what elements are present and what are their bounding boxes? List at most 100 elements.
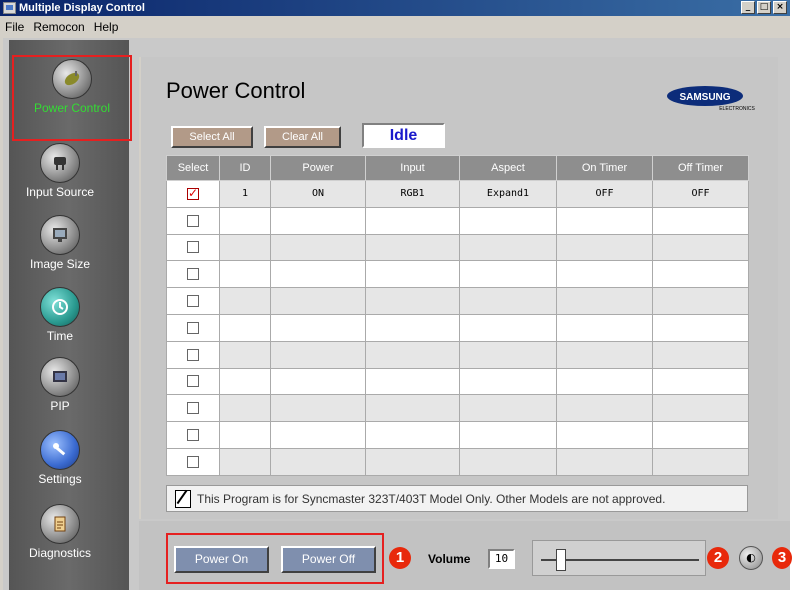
- sidebar-item-diagnostics[interactable]: Diagnostics: [0, 504, 120, 560]
- cell-power: [270, 367, 366, 396]
- row-checkbox[interactable]: [187, 402, 199, 415]
- sidebar-item-power-control[interactable]: Power Control: [12, 55, 132, 141]
- menu-file[interactable]: File: [2, 20, 30, 34]
- cell-aspect: [459, 233, 557, 262]
- cell-power: [270, 233, 366, 262]
- cell-power: [270, 313, 366, 342]
- table-row[interactable]: [166, 313, 749, 342]
- cell-input: [365, 447, 460, 476]
- sidebar-item-time[interactable]: Time: [0, 287, 120, 343]
- col-aspect[interactable]: Aspect: [459, 155, 557, 181]
- cell-power: [270, 421, 366, 449]
- display-table: Select ID Power Input Aspect On Timer Of…: [166, 155, 749, 476]
- pip-screen-icon: [40, 357, 80, 397]
- select-cell: [166, 233, 220, 262]
- cell-input: [365, 260, 460, 289]
- cell-id: [219, 206, 271, 235]
- row-checkbox[interactable]: [187, 375, 199, 388]
- table-row[interactable]: [166, 287, 749, 315]
- cell-aspect: [459, 340, 557, 369]
- sidebar-item-input-source[interactable]: Input Source: [0, 143, 120, 199]
- cell-on-timer: [556, 260, 653, 289]
- table-row[interactable]: [166, 421, 749, 449]
- window-title: Multiple Display Control: [19, 2, 145, 14]
- cell-power: [270, 206, 366, 235]
- menu-help[interactable]: Help: [91, 20, 125, 34]
- cell-off-timer: [652, 206, 749, 235]
- callout-badge-3: 3: [772, 547, 792, 569]
- cell-id: [219, 421, 271, 449]
- cell-input: RGB1: [365, 180, 460, 208]
- callout-badge-2: 2: [707, 547, 729, 569]
- menu-remocon[interactable]: Remocon: [30, 20, 90, 34]
- cell-id: [219, 367, 271, 396]
- select-cell: [166, 180, 220, 208]
- power-off-button[interactable]: Power Off: [281, 546, 376, 573]
- slider-thumb[interactable]: [555, 549, 566, 571]
- table-row[interactable]: [166, 340, 749, 369]
- minimize-button[interactable]: _: [741, 1, 755, 14]
- select-cell: [166, 287, 220, 315]
- row-checkbox[interactable]: [187, 348, 199, 361]
- brand-sub: ELECTRONICS: [719, 106, 755, 112]
- cell-input: [365, 287, 460, 315]
- cell-off-timer: [652, 394, 749, 423]
- table-row[interactable]: [166, 394, 749, 423]
- row-checkbox[interactable]: [187, 321, 199, 334]
- table-row[interactable]: [166, 233, 749, 262]
- cell-power: [270, 287, 366, 315]
- row-checkbox[interactable]: [187, 214, 199, 227]
- col-power[interactable]: Power: [270, 155, 366, 181]
- sidebar-item-label: Time: [46, 329, 74, 343]
- select-all-button[interactable]: Select All: [171, 126, 253, 148]
- samsung-logo: SAMSUNG ELECTRONICS: [667, 86, 755, 112]
- cell-id: [219, 447, 271, 476]
- clock-icon: [40, 287, 80, 327]
- table-row[interactable]: [166, 447, 749, 476]
- cell-on-timer: [556, 340, 653, 369]
- table-row[interactable]: [166, 206, 749, 235]
- volume-slider[interactable]: [532, 540, 706, 576]
- sidebar-item-label: PIP: [50, 399, 70, 413]
- cell-off-timer: [652, 421, 749, 449]
- cell-on-timer: OFF: [556, 180, 653, 208]
- cell-on-timer: [556, 287, 653, 315]
- cell-aspect: [459, 421, 557, 449]
- sidebar-item-image-size[interactable]: Image Size: [0, 215, 120, 271]
- cell-power: [270, 447, 366, 476]
- power-plug-icon: [52, 59, 92, 99]
- sidebar-item-pip[interactable]: PIP: [0, 357, 120, 413]
- row-checkbox[interactable]: [187, 295, 199, 308]
- speaker-mute-icon[interactable]: ◐: [739, 546, 763, 570]
- power-on-button[interactable]: Power On: [174, 546, 269, 573]
- cell-off-timer: OFF: [652, 180, 749, 208]
- close-button[interactable]: ×: [773, 1, 787, 14]
- sidebar-item-settings[interactable]: Settings: [0, 430, 120, 486]
- cell-aspect: [459, 313, 557, 342]
- row-checkbox[interactable]: [187, 186, 199, 200]
- cell-input: [365, 394, 460, 423]
- row-checkbox[interactable]: [187, 268, 199, 281]
- col-id[interactable]: ID: [219, 155, 271, 181]
- cell-on-timer: [556, 233, 653, 262]
- col-select[interactable]: Select: [166, 155, 220, 181]
- table-header: Select ID Power Input Aspect On Timer Of…: [166, 155, 749, 181]
- table-row[interactable]: [166, 260, 749, 289]
- select-cell: [166, 340, 220, 369]
- maximize-button[interactable]: □: [757, 1, 771, 14]
- cell-aspect: [459, 394, 557, 423]
- cell-input: [365, 367, 460, 396]
- row-checkbox[interactable]: [187, 429, 199, 442]
- volume-value: 10: [488, 549, 515, 569]
- col-input[interactable]: Input: [365, 155, 460, 181]
- cell-input: [365, 233, 460, 262]
- row-checkbox[interactable]: [187, 455, 199, 468]
- cell-aspect: Expand1: [459, 180, 557, 208]
- col-on-timer[interactable]: On Timer: [556, 155, 653, 181]
- row-checkbox[interactable]: [187, 241, 199, 254]
- table-row[interactable]: 1ONRGB1Expand1OFFOFF: [166, 180, 749, 208]
- cell-on-timer: [556, 394, 653, 423]
- clear-all-button[interactable]: Clear All: [264, 126, 341, 148]
- table-row[interactable]: [166, 367, 749, 396]
- col-off-timer[interactable]: Off Timer: [652, 155, 749, 181]
